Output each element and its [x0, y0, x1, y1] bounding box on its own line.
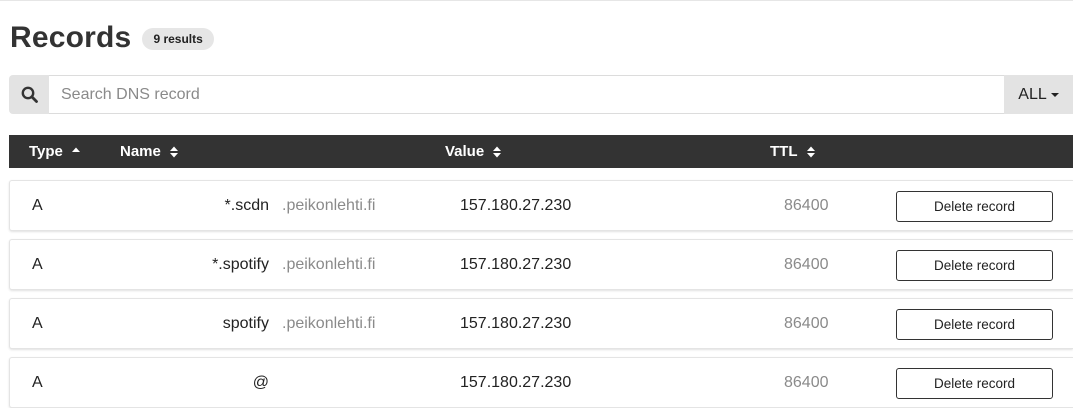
record-type: A — [32, 196, 43, 214]
search-input[interactable] — [49, 75, 1004, 114]
record-value: 157.180.27.230 — [460, 373, 572, 391]
sort-ascending-icon — [71, 147, 80, 152]
record-type: A — [32, 373, 43, 391]
record-ttl: 86400 — [784, 314, 829, 332]
delete-record-button[interactable]: Delete record — [896, 368, 1053, 399]
record-domain: .peikonlehti.fi — [282, 196, 376, 214]
record-type: A — [32, 255, 43, 273]
record-subdomain: spotify — [222, 314, 269, 332]
column-header-type[interactable]: Type — [29, 135, 81, 168]
page-title: Records — [10, 21, 132, 54]
record-type: A — [32, 314, 43, 332]
record-subdomain: @ — [252, 373, 269, 391]
column-header-ttl[interactable]: TTL — [770, 135, 816, 168]
delete-record-button[interactable]: Delete record — [896, 250, 1053, 281]
record-subdomain: *.scdn — [224, 196, 269, 214]
column-header-value-label: Value — [445, 143, 485, 160]
column-header-value[interactable]: Value — [445, 135, 502, 168]
record-value: 157.180.27.230 — [460, 314, 572, 332]
search-icon-addon — [9, 75, 49, 114]
results-count-badge: 9 results — [142, 28, 214, 50]
table-row: A *.scdn .peikonlehti.fi 157.180.27.230 … — [9, 180, 1073, 231]
record-subdomain: *.spotify — [212, 255, 269, 273]
search-icon — [21, 86, 38, 103]
sort-icon — [493, 146, 502, 157]
record-ttl: 86400 — [784, 196, 829, 214]
table-row: A @ 157.180.27.230 86400 Delete record — [9, 357, 1073, 408]
column-header-ttl-label: TTL — [770, 143, 798, 160]
record-type-filter-dropdown[interactable]: ALL — [1004, 75, 1073, 114]
chevron-down-icon — [1050, 93, 1059, 97]
delete-record-button[interactable]: Delete record — [896, 191, 1053, 222]
column-header-name[interactable]: Name — [120, 135, 179, 168]
record-ttl: 86400 — [784, 255, 829, 273]
table-row: A *.spotify .peikonlehti.fi 157.180.27.2… — [9, 239, 1073, 290]
sort-icon — [806, 146, 815, 157]
record-value: 157.180.27.230 — [460, 255, 572, 273]
filter-label: ALL — [1018, 85, 1047, 103]
table-header: Type Name Value TTL — [9, 135, 1073, 168]
column-header-type-label: Type — [29, 143, 63, 160]
sort-icon — [169, 146, 178, 157]
record-ttl: 86400 — [784, 373, 829, 391]
delete-record-button[interactable]: Delete record — [896, 309, 1053, 340]
table-row: A spotify .peikonlehti.fi 157.180.27.230… — [9, 298, 1073, 349]
record-value: 157.180.27.230 — [460, 196, 572, 214]
search-bar: ALL — [9, 75, 1073, 114]
column-header-name-label: Name — [120, 143, 161, 160]
record-domain: .peikonlehti.fi — [282, 255, 376, 273]
page-header: Records 9 results — [10, 18, 214, 58]
record-domain: .peikonlehti.fi — [282, 314, 376, 332]
top-divider — [0, 0, 1073, 1]
